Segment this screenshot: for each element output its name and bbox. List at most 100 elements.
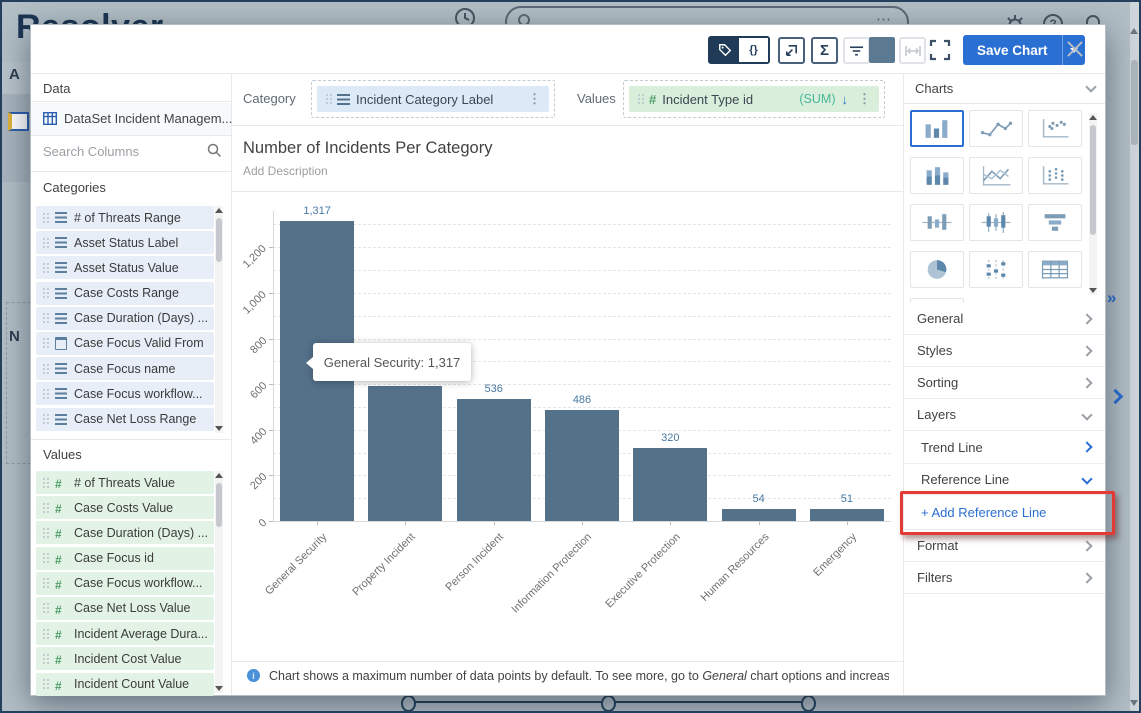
category-column-pill[interactable]: Asset Status Value [36, 256, 214, 280]
bg-letter-a: A [9, 66, 20, 83]
bar-Human Resources[interactable] [721, 509, 796, 521]
section-layers[interactable]: Layers [903, 399, 1105, 431]
category-column-pill[interactable]: Case Focus Valid From [36, 331, 214, 355]
section-sorting[interactable]: Sorting [903, 367, 1105, 399]
category-field-pill[interactable]: Incident Category Label ⋮ [317, 86, 549, 112]
chart-type-bar-tile[interactable] [910, 110, 964, 147]
column-type-icon [55, 363, 67, 375]
drag-handle-icon [43, 313, 45, 316]
drag-handle-icon [43, 262, 45, 265]
category-column-pill[interactable]: Case Net Loss Range [36, 407, 214, 431]
search-icon[interactable] [207, 143, 222, 158]
values-list: # of Threats Value Case Costs Value Case… [36, 471, 214, 698]
chart-type-scatter-tile[interactable] [1028, 110, 1082, 147]
chevron-down-icon[interactable] [1085, 81, 1097, 93]
value-column-pill[interactable]: Case Net Loss Value [36, 596, 214, 620]
value-column-pill[interactable]: Case Costs Value [36, 496, 214, 520]
value-column-pill[interactable]: Incident Cost Value [36, 647, 214, 671]
values-field-pill[interactable]: # Incident Type id (SUM) ↓ ⋮ [629, 86, 879, 112]
chart-type-diverging-bar-tile[interactable] [910, 204, 964, 241]
sort-descending-icon[interactable]: ↓ [842, 92, 849, 107]
dataset-label: DataSet Incident Managem... [64, 111, 233, 126]
dataset-item[interactable]: DataSet Incident Managem... [31, 103, 233, 135]
chart-type-funnel-tile[interactable] [1028, 204, 1082, 241]
embed-button[interactable] [778, 37, 805, 64]
category-column-pill[interactable]: Case Duration (Days) ... [36, 306, 214, 330]
chart-type-stacked-bar-tile[interactable] [910, 157, 964, 194]
value-column-pill[interactable]: Case Focus workflow... [36, 571, 214, 595]
aggregate-badge: (SUM) [799, 92, 836, 106]
bar-width-button[interactable] [899, 37, 926, 64]
value-column-pill[interactable]: Case Duration (Days) ... [36, 521, 214, 545]
bar-value-label: 54 [752, 493, 765, 505]
chevron-right-icon [1081, 539, 1093, 552]
categories-scrollbar[interactable] [215, 206, 223, 433]
page-scrollbar-thumb[interactable] [1131, 60, 1138, 145]
value-column-pill[interactable]: # of Threats Value [36, 471, 214, 494]
fullscreen-button[interactable] [929, 39, 953, 63]
bar-Emergency[interactable] [809, 509, 884, 521]
section-trend-line[interactable]: Trend Line [903, 431, 1105, 464]
values-scrollbar[interactable] [215, 471, 223, 693]
scrollbar-thumb[interactable] [216, 483, 222, 527]
chart-type-line-tile[interactable] [969, 110, 1023, 147]
bar-value-label: 536 [484, 383, 503, 395]
category-column-pill[interactable]: Case Costs Range [36, 281, 214, 305]
divider [31, 135, 231, 136]
filter-button[interactable] [843, 37, 870, 64]
bar-Information Protection[interactable] [545, 410, 619, 521]
category-column-pill[interactable]: Case Focus name [36, 357, 214, 381]
chart-type-multi-line-tile[interactable] [969, 157, 1023, 194]
aggregate-button[interactable]: Σ [811, 37, 838, 64]
category-column-pill[interactable]: Case Focus workflow... [36, 382, 214, 406]
column-type-icon [55, 388, 67, 400]
chart-type-dot-column-tile[interactable] [1028, 157, 1082, 194]
slider-handle[interactable] [401, 695, 416, 711]
gridline [273, 270, 891, 271]
kebab-menu-icon[interactable]: ⋮ [528, 91, 541, 107]
chart-title[interactable]: Number of Incidents Per Category [243, 139, 492, 158]
scroll-down-icon[interactable] [1130, 700, 1138, 706]
add-reference-line-link[interactable]: + Add Reference Line [903, 495, 1105, 530]
chart-type-dot-plot-tile[interactable] [969, 251, 1023, 288]
section-filters[interactable]: Filters [903, 562, 1105, 594]
color-swatch-button[interactable] [869, 37, 895, 63]
close-icon[interactable] [1063, 37, 1087, 61]
braces-toggle[interactable]: {} [739, 38, 768, 62]
chart-grid-scrollbar[interactable] [1089, 113, 1097, 295]
bar-Executive Protection[interactable] [633, 448, 708, 521]
scrollbar-thumb[interactable] [1090, 125, 1096, 235]
category-dropzone[interactable]: Incident Category Label ⋮ [311, 80, 555, 118]
slider-handle[interactable] [601, 695, 616, 711]
bar-Person Incident[interactable] [456, 399, 531, 521]
gridline [273, 406, 891, 408]
chart-type-candlestick-tile[interactable] [969, 204, 1023, 241]
values-dropzone[interactable]: # Incident Type id (SUM) ↓ ⋮ [623, 80, 885, 118]
chart-type-table-tile[interactable] [1028, 251, 1082, 288]
tag-labels-toggle[interactable] [710, 38, 739, 62]
search-columns-input[interactable] [41, 143, 205, 160]
scrollbar-thumb[interactable] [216, 218, 222, 262]
category-column-pill[interactable]: Asset Status Label [36, 231, 214, 255]
drag-handle-icon [43, 212, 45, 215]
expand-panel-icon[interactable]: » [1107, 288, 1116, 308]
chevron-right-icon[interactable] [1107, 388, 1124, 405]
section-general[interactable]: General [903, 303, 1105, 335]
chart-type-pie-tile[interactable] [910, 251, 964, 288]
value-column-pill[interactable]: Incident Count Value [36, 672, 214, 696]
value-column-pill[interactable]: Incident Average Dura... [36, 622, 214, 646]
section-styles[interactable]: Styles [903, 335, 1105, 367]
embed-icon [786, 45, 797, 56]
filter-icon [849, 45, 864, 56]
category-column-pill[interactable]: # of Threats Range [36, 206, 214, 229]
section-reference-line[interactable]: Reference Line [903, 464, 1105, 495]
section-format[interactable]: Format [903, 530, 1105, 562]
bar-Property Incident[interactable] [368, 386, 443, 521]
divider [231, 661, 903, 662]
slider-handle[interactable] [801, 695, 816, 711]
scroll-up-icon[interactable] [1130, 28, 1138, 34]
chart-description-placeholder[interactable]: Add Description [243, 164, 328, 178]
chart-type-table-icon [1041, 260, 1069, 279]
value-column-pill[interactable]: Case Focus id [36, 546, 214, 570]
kebab-menu-icon[interactable]: ⋮ [858, 91, 871, 107]
